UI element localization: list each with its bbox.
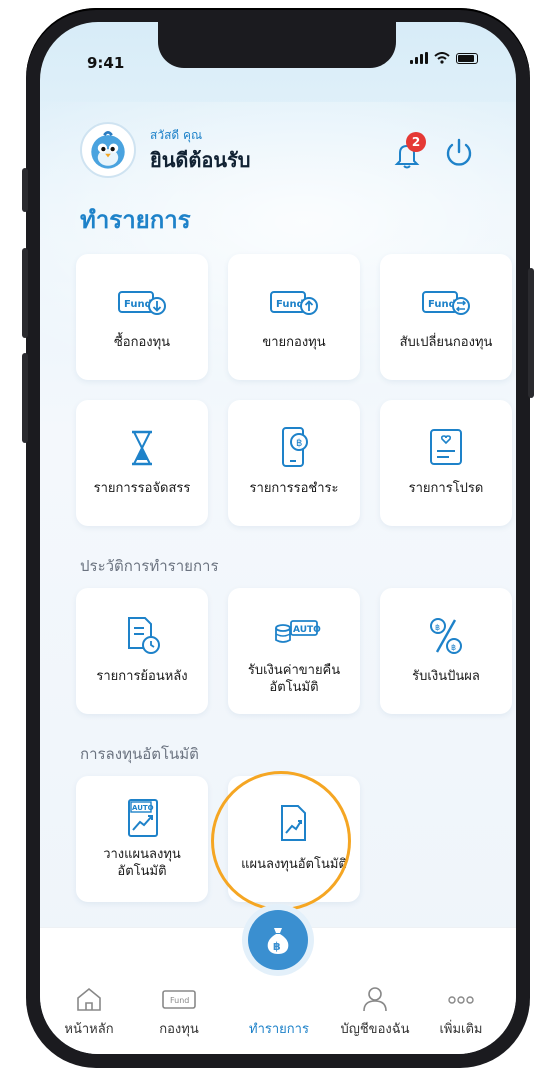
tab-more[interactable]: เพิ่มเติม	[416, 986, 506, 1039]
hourglass-icon	[132, 430, 152, 466]
auto-redemption-label: รับเงินค่าขายคืน อัตโนมัติ	[244, 662, 344, 696]
fund-buy-icon: Fund	[118, 291, 166, 315]
notch	[158, 22, 396, 68]
home-icon	[77, 987, 101, 1011]
notification-badge: 2	[406, 132, 426, 152]
volume-up-button	[22, 248, 28, 338]
auto-invest-plan-setup-label: วางแผนลงทุน อัตโนมัติ	[99, 846, 185, 880]
auto-invest-plan-setup-line2: อัตโนมัติ	[117, 864, 167, 879]
svg-text:Fund: Fund	[428, 299, 456, 310]
user-icon	[363, 987, 387, 1012]
auto-plan-icon: AUTO	[128, 799, 158, 837]
tab-account-label: บัญชีของฉัน	[340, 1022, 410, 1037]
document-clock-icon	[128, 617, 160, 654]
sell-fund-card[interactable]: Fund ขายกองทุน	[228, 254, 360, 380]
tab-funds[interactable]: Fund กองทุน	[134, 986, 224, 1039]
auto-invest-plan-card[interactable]: แผนลงทุนอัตโนมัติ	[228, 776, 360, 902]
auto-invest-plan-setup-card[interactable]: AUTO วางแผนลงทุน อัตโนมัติ	[76, 776, 208, 902]
mute-switch	[22, 168, 28, 212]
power-side-button	[528, 268, 534, 398]
auto-redemption-label-line1: รับเงินค่าขายคืน	[247, 663, 341, 678]
money-bag-icon: ฿	[267, 928, 289, 954]
svg-text:AUTO: AUTO	[293, 625, 321, 635]
section-title-transactions: ทำรายการ	[80, 206, 191, 234]
buy-fund-card[interactable]: Fund ซื้อกองทุน	[76, 254, 208, 380]
svg-text:AUTO: AUTO	[132, 804, 154, 812]
app-screen: 9:41 สวัสดี คุณ ยินดีต้อนรับ 2 ทำรายการ …	[40, 22, 516, 1054]
svg-text:Fund: Fund	[170, 996, 189, 1005]
transactions-fab[interactable]: ฿	[248, 910, 308, 970]
fund-card-icon: Fund	[162, 990, 196, 1009]
pending-payment-label: รายการรอชำระ	[249, 481, 339, 496]
status-time: 9:41	[87, 54, 125, 72]
pending-allocation-card[interactable]: รายการรอจัดสรร	[76, 400, 208, 526]
plan-chart-icon	[281, 805, 306, 841]
tab-account[interactable]: บัญชีของฉัน	[330, 986, 420, 1039]
phone-frame: 9:41 สวัสดี คุณ ยินดีต้อนรับ 2 ทำรายการ …	[22, 8, 534, 1068]
bird-mascot-icon	[91, 130, 125, 169]
svg-text:฿: ฿	[435, 623, 440, 632]
auto-invest-plan-setup-line1: วางแผนลงทุน	[103, 847, 181, 862]
dividend-label: รับเงินปันผล	[412, 669, 480, 684]
transaction-history-label: รายการย้อนหลัง	[96, 669, 188, 684]
pending-payment-card[interactable]: ฿ รายการรอชำระ	[228, 400, 360, 526]
tab-home[interactable]: หน้าหลัก	[44, 986, 134, 1039]
svg-text:Fund: Fund	[276, 299, 304, 310]
tab-funds-label: กองทุน	[159, 1022, 199, 1037]
status-icons	[410, 52, 478, 64]
switch-fund-card[interactable]: Fund สับเปลี่ยนกองทุน	[380, 254, 512, 380]
favorites-label: รายการโปรด	[408, 481, 484, 496]
favorites-card[interactable]: รายการโปรด	[380, 400, 512, 526]
svg-text:฿: ฿	[296, 438, 302, 449]
pending-allocation-label: รายการรอจัดสรร	[93, 481, 191, 496]
svg-text:฿: ฿	[273, 940, 281, 953]
signal-icon	[410, 52, 428, 64]
auto-coins-icon: AUTO	[275, 620, 321, 643]
section-title-history: ประวัติการทำรายการ	[80, 557, 219, 575]
avatar[interactable]	[80, 122, 136, 178]
dividend-percent-icon: ฿ ฿	[430, 618, 462, 654]
switch-fund-label: สับเปลี่ยนกองทุน	[399, 335, 493, 350]
power-icon	[446, 138, 472, 166]
more-dots-icon	[448, 996, 474, 1004]
dividend-card[interactable]: ฿ ฿ รับเงินปันผล	[380, 588, 512, 714]
phone-payment-icon: ฿	[282, 427, 308, 467]
tab-transactions-label: ทำรายการ	[249, 1022, 309, 1037]
header: สวัสดี คุณ ยินดีต้อนรับ 2	[80, 122, 486, 182]
tab-home-label: หน้าหลัก	[64, 1022, 114, 1037]
sell-fund-label: ขายกองทุน	[262, 335, 326, 350]
tab-transactions[interactable]: ทำรายการ	[234, 986, 324, 1039]
fund-switch-icon: Fund	[422, 291, 470, 315]
notification-button[interactable]: 2	[392, 132, 426, 170]
buy-fund-label: ซื้อกองทุน	[113, 335, 171, 350]
section-title-auto-invest: การลงทุนอัตโนมัติ	[80, 745, 199, 763]
battery-icon	[456, 52, 478, 64]
favorite-list-icon	[430, 429, 462, 465]
greeting-title: ยินดีต้อนรับ	[150, 148, 251, 172]
wifi-icon	[434, 52, 450, 64]
svg-text:฿: ฿	[451, 643, 456, 652]
auto-invest-plan-label: แผนลงทุนอัตโนมัติ	[241, 857, 347, 872]
greeting-small: สวัสดี คุณ	[150, 128, 203, 142]
tab-more-label: เพิ่มเติม	[439, 1022, 483, 1037]
bottom-tab-bar: หน้าหลัก Fund กองทุน ฿ ทำรายการ บัญชีของ…	[40, 910, 516, 1054]
volume-down-button	[22, 353, 28, 443]
fund-sell-icon: Fund	[270, 291, 318, 315]
logout-button[interactable]	[442, 136, 476, 170]
auto-redemption-card[interactable]: AUTO รับเงินค่าขายคืน อัตโนมัติ	[228, 588, 360, 714]
svg-text:Fund: Fund	[124, 299, 152, 310]
transaction-history-card[interactable]: รายการย้อนหลัง	[76, 588, 208, 714]
auto-redemption-label-line2: อัตโนมัติ	[269, 680, 319, 695]
